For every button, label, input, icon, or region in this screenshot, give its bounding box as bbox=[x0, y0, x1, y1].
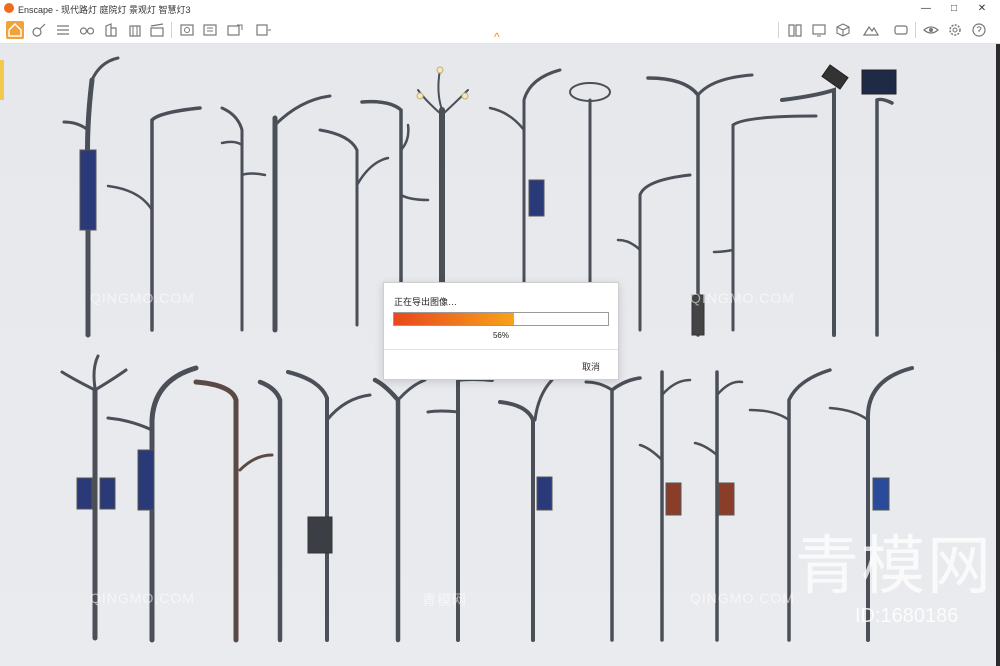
maximize-button[interactable]: □ bbox=[940, 0, 968, 17]
help-icon[interactable] bbox=[970, 21, 988, 39]
toolbar-separator bbox=[778, 22, 779, 38]
cube-icon[interactable] bbox=[834, 21, 852, 39]
watermark-text: QINGMO.COM bbox=[90, 290, 195, 306]
street-light-model bbox=[318, 128, 390, 327]
web-export-icon[interactable] bbox=[254, 21, 272, 39]
street-light-model bbox=[220, 106, 267, 332]
toolbar-separator bbox=[171, 22, 172, 38]
monitor-icon[interactable] bbox=[810, 21, 828, 39]
window-controls: — □ ✕ bbox=[912, 0, 996, 17]
export-icon[interactable] bbox=[226, 21, 244, 39]
watermark-text: QINGMO.COM bbox=[90, 590, 195, 606]
progress-percent: 56% bbox=[492, 331, 509, 340]
street-light-model bbox=[616, 173, 692, 332]
settings-panel-icon[interactable] bbox=[892, 21, 910, 39]
home-icon[interactable] bbox=[6, 21, 24, 39]
batch-render-icon[interactable] bbox=[201, 21, 219, 39]
asset-icon[interactable] bbox=[30, 21, 48, 39]
street-light-model bbox=[861, 69, 897, 337]
toolbar-separator bbox=[915, 22, 916, 38]
street-light-model bbox=[286, 370, 372, 642]
watermark-logo: 青模网 bbox=[795, 530, 993, 604]
app-window: Enscape - 现代路灯 庭院灯 景观灯 智慧灯3 — □ ✕ ^ QING… bbox=[0, 0, 1000, 666]
dialog-divider bbox=[384, 349, 618, 350]
street-light-model bbox=[257, 379, 283, 643]
close-button[interactable]: ✕ bbox=[968, 0, 996, 17]
book-icon[interactable] bbox=[786, 21, 804, 39]
watermark-id: ID:1680186 bbox=[855, 605, 959, 627]
street-light-model bbox=[638, 370, 692, 642]
window-title: Enscape - 现代路灯 庭院灯 景观灯 智慧灯3 bbox=[18, 5, 191, 15]
watermark-text: 青模网 bbox=[422, 592, 467, 608]
window-edge bbox=[996, 44, 1000, 666]
screenshot-icon[interactable] bbox=[178, 21, 196, 39]
building-icon[interactable] bbox=[126, 21, 144, 39]
glasses-icon[interactable] bbox=[78, 21, 96, 39]
toolbar bbox=[0, 17, 1000, 44]
watermark-text: QINGMO.COM bbox=[690, 590, 795, 606]
mountain-icon[interactable] bbox=[862, 21, 880, 39]
export-progress-bar bbox=[393, 312, 609, 326]
gear-icon[interactable] bbox=[946, 21, 964, 39]
export-progress-dialog: 正在导出图像… 56% 取消 bbox=[383, 282, 619, 380]
street-light-model bbox=[498, 378, 554, 642]
street-light-model bbox=[584, 376, 642, 642]
title-bar: Enscape - 现代路灯 庭院灯 景观灯 智慧灯3 — □ ✕ bbox=[0, 0, 1000, 17]
eye-icon[interactable] bbox=[922, 21, 940, 39]
street-light-model bbox=[372, 377, 427, 643]
minimize-button[interactable]: — bbox=[912, 0, 940, 17]
dialog-title: 正在导出图像… bbox=[394, 297, 458, 307]
app-logo-icon bbox=[4, 3, 14, 13]
street-light-model bbox=[193, 379, 274, 643]
clapper-icon[interactable] bbox=[148, 21, 166, 39]
list-icon[interactable] bbox=[54, 21, 72, 39]
building-icon[interactable] bbox=[102, 21, 120, 39]
collapse-toolbar-icon[interactable]: ^ bbox=[494, 30, 500, 44]
watermark-text: QINGMO.COM bbox=[690, 290, 795, 306]
progress-fill bbox=[394, 313, 514, 325]
cancel-button[interactable]: 取消 bbox=[582, 360, 600, 373]
